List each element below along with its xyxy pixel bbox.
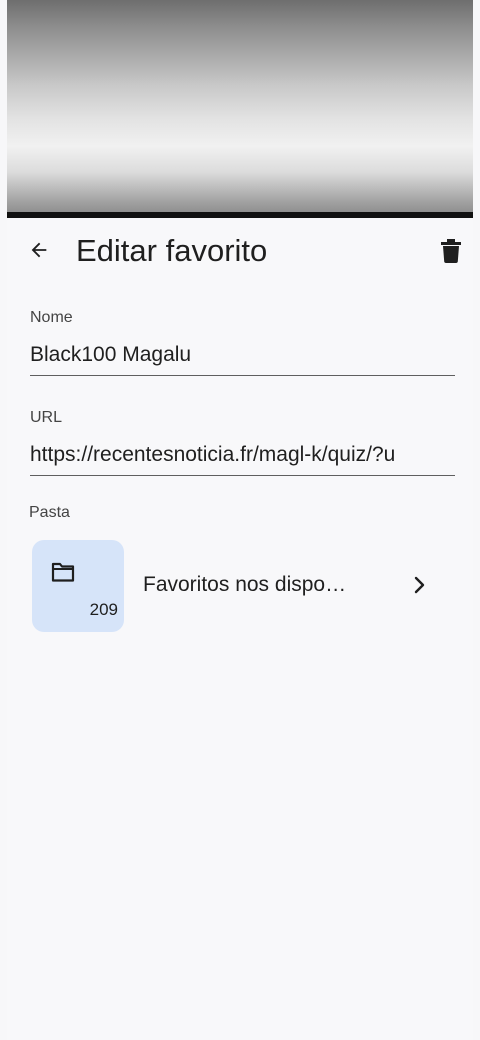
url-underline	[30, 475, 455, 476]
folder-icon	[51, 562, 75, 582]
delete-button[interactable]	[437, 236, 465, 266]
background-preview	[0, 0, 480, 215]
folder-selector[interactable]: 209 Favoritos nos dispo…	[32, 540, 452, 632]
name-label: Nome	[30, 309, 73, 326]
screen: Editar favorito Nome URL Pasta	[0, 0, 480, 1040]
page-title: Editar favorito	[76, 233, 268, 268]
trash-icon	[441, 239, 461, 263]
chevron-right-icon	[414, 576, 425, 594]
folder-name: Favoritos nos dispo…	[143, 573, 347, 596]
url-label: URL	[30, 409, 63, 426]
name-underline	[30, 375, 455, 376]
url-field: URL	[30, 408, 455, 476]
back-button[interactable]	[23, 234, 55, 266]
name-input[interactable]	[30, 340, 455, 370]
name-field: Nome	[30, 308, 455, 376]
app-bar: Editar favorito	[7, 218, 473, 282]
folder-label: Pasta	[29, 504, 70, 521]
edit-bookmark-sheet: Editar favorito Nome URL Pasta	[7, 218, 473, 1040]
folder-tile: 209	[32, 540, 124, 632]
folder-count: 209	[89, 600, 118, 619]
arrow-left-icon	[31, 242, 47, 258]
url-input[interactable]	[30, 440, 455, 470]
